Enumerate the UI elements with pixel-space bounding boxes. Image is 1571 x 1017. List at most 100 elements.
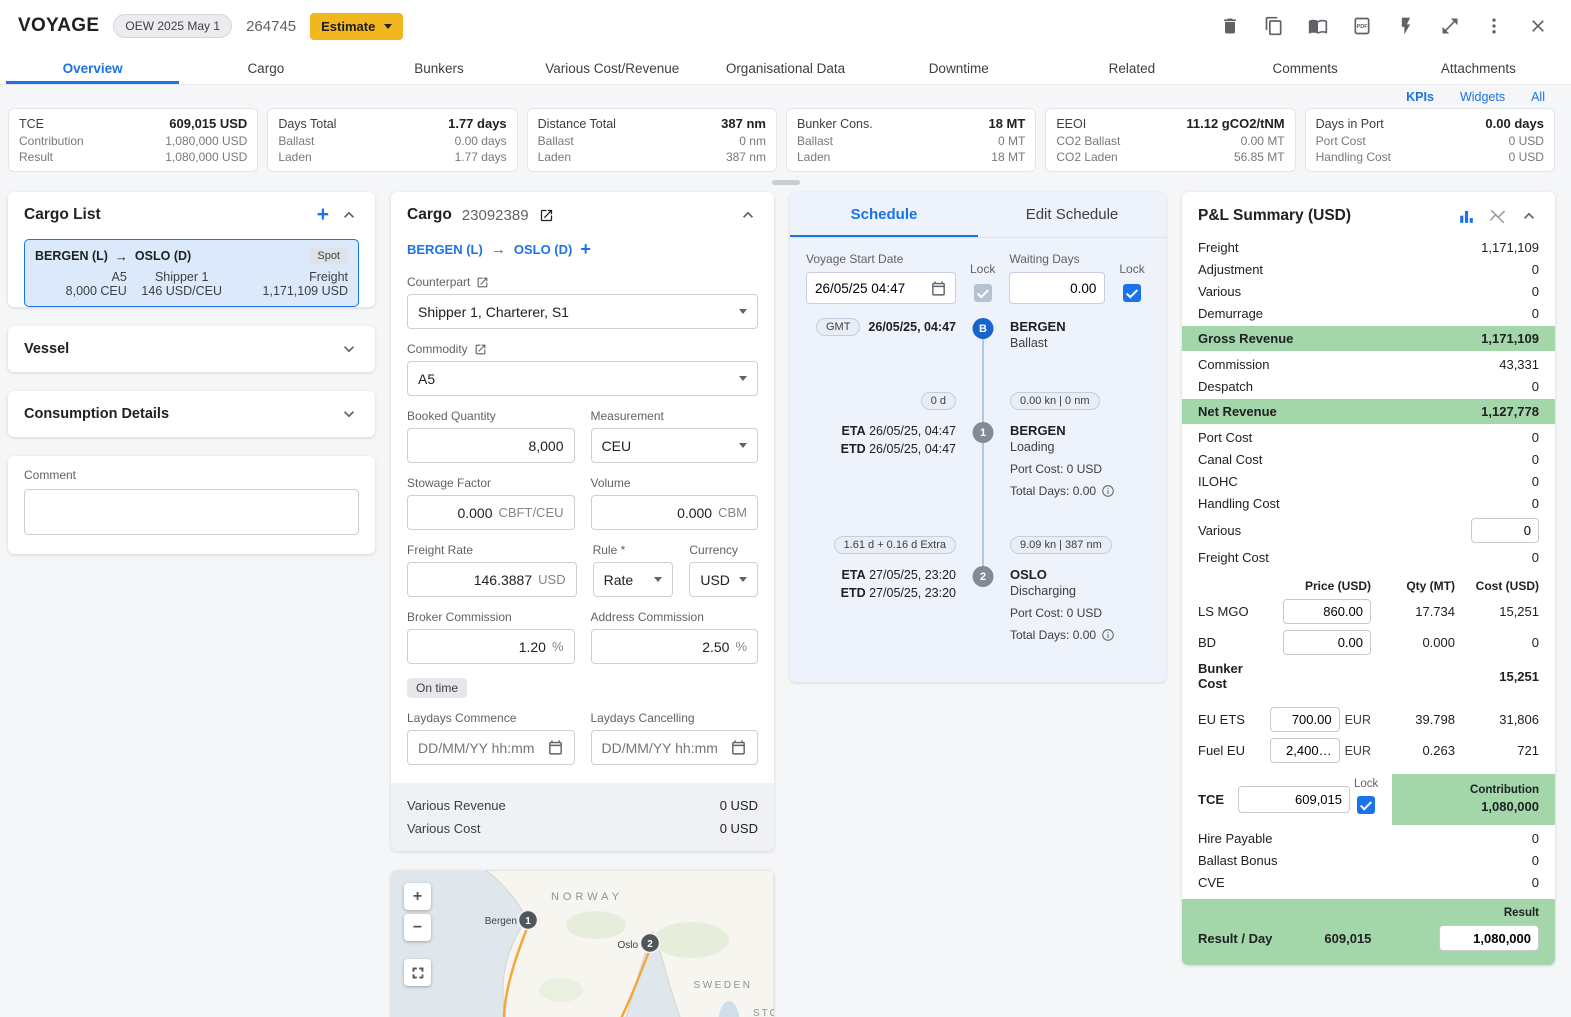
kpi-link-kpis[interactable]: KPIs	[1406, 90, 1434, 104]
eu-ets-price-input[interactable]	[1270, 707, 1340, 732]
line-chart-icon[interactable]	[1488, 207, 1507, 226]
consumption-details-panel: Consumption Details	[8, 391, 375, 437]
result-header: Result	[1198, 905, 1539, 925]
waiting-days-input[interactable]	[1018, 281, 1096, 296]
fuel-eu-price-input[interactable]	[1270, 738, 1340, 763]
comment-input[interactable]	[24, 489, 359, 535]
kpi-value: 1,080,000 USD	[165, 133, 247, 149]
tab-comments[interactable]: Comments	[1219, 52, 1392, 84]
expand-chevron-down-icon[interactable]	[339, 339, 359, 359]
load-port-link[interactable]: BERGEN (L)	[407, 242, 483, 257]
timeline-node-ballast-start[interactable]: B	[973, 318, 994, 339]
cargo-list-item[interactable]: BERGEN (L) → OSLO (D) Spot A5 Shipper 1 …	[24, 239, 359, 307]
close-button[interactable]	[1523, 11, 1553, 41]
tab-related[interactable]: Related	[1045, 52, 1218, 84]
laydays-commence-input[interactable]	[418, 740, 541, 756]
version-chip[interactable]: OEW 2025 May 1	[113, 14, 232, 38]
open-in-new-icon[interactable]	[474, 343, 487, 356]
tab-various-cost-revenue[interactable]: Various Cost/Revenue	[526, 52, 699, 84]
export-pdf-button[interactable]: PDF	[1347, 11, 1377, 41]
map-forest	[653, 922, 729, 958]
svg-text:PDF: PDF	[1357, 24, 1369, 30]
fullscreen-button[interactable]	[1435, 11, 1465, 41]
broker-commission-input[interactable]	[418, 639, 546, 655]
info-icon[interactable]	[1101, 628, 1115, 642]
add-port-button[interactable]: +	[580, 240, 591, 258]
cargo-list-panel: Cargo List + BERGEN (L) → OSLO (D) Spot …	[8, 192, 375, 307]
kpi-value: 0 USD	[1509, 149, 1544, 165]
tab-overview[interactable]: Overview	[6, 52, 179, 84]
timeline-node-1[interactable]: 1	[973, 422, 994, 443]
tab-bunkers[interactable]: Bunkers	[352, 52, 525, 84]
commodity-select[interactable]: A5	[407, 361, 758, 396]
map-marker-bergen[interactable]: 1	[519, 911, 538, 930]
tce-lock-checkbox[interactable]	[1357, 796, 1375, 814]
tab-organisational-data[interactable]: Organisational Data	[699, 52, 872, 84]
address-commission-input[interactable]	[602, 639, 730, 655]
calendar-icon[interactable]	[930, 280, 947, 297]
tab-schedule[interactable]: Schedule	[790, 192, 978, 237]
tab-edit-schedule[interactable]: Edit Schedule	[978, 192, 1166, 237]
discharge-port-link[interactable]: OSLO (D)	[514, 242, 573, 257]
expand-chevron-down-icon[interactable]	[339, 404, 359, 424]
tce-input[interactable]	[1238, 786, 1350, 813]
result-total-input[interactable]	[1439, 925, 1539, 951]
ledger-button[interactable]	[1303, 11, 1333, 41]
result-per-day-label: Result / Day	[1198, 931, 1272, 946]
on-time-badge: On time	[407, 678, 467, 698]
ls-mgo-price-input[interactable]	[1283, 599, 1371, 624]
timeline-node-2[interactable]: 2	[973, 566, 994, 587]
calendar-icon[interactable]	[547, 739, 564, 756]
waiting-days-lock-checkbox[interactable]	[1123, 284, 1141, 302]
tab-cargo[interactable]: Cargo	[179, 52, 352, 84]
counterpart-select[interactable]: Shipper 1, Charterer, S1	[407, 294, 758, 329]
estimate-label: Estimate	[321, 19, 375, 34]
map-fullscreen-button[interactable]	[404, 959, 431, 986]
bar-chart-icon[interactable]	[1457, 207, 1476, 226]
cargo-column: Cargo 23092389 BERGEN (L) → OSLO (D) + C…	[391, 192, 774, 1017]
voyage-start-input[interactable]	[815, 281, 924, 296]
panel-resize-handle[interactable]	[772, 180, 800, 185]
freight-rate-input[interactable]	[418, 572, 532, 588]
kpi-value: 0.00 MT	[1241, 133, 1285, 149]
kpi-row: TCE609,015 USD Contribution1,080,000 USD…	[0, 107, 1571, 178]
kpi-link-all[interactable]: All	[1531, 90, 1545, 104]
collapse-chevron-up-icon[interactable]	[738, 205, 758, 225]
booked-quantity-input[interactable]	[418, 438, 564, 454]
kpi-label: Ballast	[538, 133, 574, 149]
add-cargo-button[interactable]: +	[317, 206, 329, 224]
volume-input[interactable]	[602, 505, 713, 521]
map-canvas[interactable]: NORWAY SWEDEN STOC North Sea Bergen Oslo…	[391, 870, 774, 1017]
actions-button[interactable]	[1391, 11, 1421, 41]
delete-button[interactable]	[1215, 11, 1245, 41]
timezone-chip[interactable]: GMT	[816, 318, 860, 336]
tab-downtime[interactable]: Downtime	[872, 52, 1045, 84]
measurement-select[interactable]: CEU	[591, 428, 759, 463]
zoom-out-button[interactable]: −	[404, 914, 431, 941]
currency-select[interactable]: USD	[689, 562, 758, 597]
voyage-start-lock-checkbox[interactable]	[974, 284, 992, 302]
close-icon	[1528, 16, 1548, 36]
collapse-chevron-up-icon[interactable]	[339, 205, 359, 225]
laydays-cancelling-input[interactable]	[602, 740, 725, 756]
stowage-factor-input[interactable]	[418, 505, 493, 521]
rule-label: Rule *	[593, 543, 626, 557]
address-commission-unit: %	[735, 639, 747, 654]
info-icon[interactable]	[1101, 484, 1115, 498]
bd-price-input[interactable]	[1283, 630, 1371, 655]
tab-attachments[interactable]: Attachments	[1392, 52, 1565, 84]
various-cost-input[interactable]	[1471, 518, 1539, 543]
estimate-dropdown-button[interactable]: Estimate	[310, 13, 403, 40]
calendar-icon[interactable]	[730, 739, 747, 756]
kpi-link-widgets[interactable]: Widgets	[1460, 90, 1505, 104]
collapse-chevron-up-icon[interactable]	[1519, 206, 1539, 226]
map-marker-oslo[interactable]: 2	[641, 934, 660, 953]
zoom-in-button[interactable]: +	[404, 883, 431, 910]
more-options-button[interactable]	[1479, 11, 1509, 41]
copy-button[interactable]	[1259, 11, 1289, 41]
leg-duration-chip: 1.61 d + 0.16 d Extra	[834, 536, 956, 554]
open-in-new-icon[interactable]	[539, 208, 554, 223]
open-in-new-icon[interactable]	[476, 276, 489, 289]
kpi-value: 387 nm	[721, 115, 766, 133]
rule-select[interactable]: Rate	[593, 562, 674, 597]
